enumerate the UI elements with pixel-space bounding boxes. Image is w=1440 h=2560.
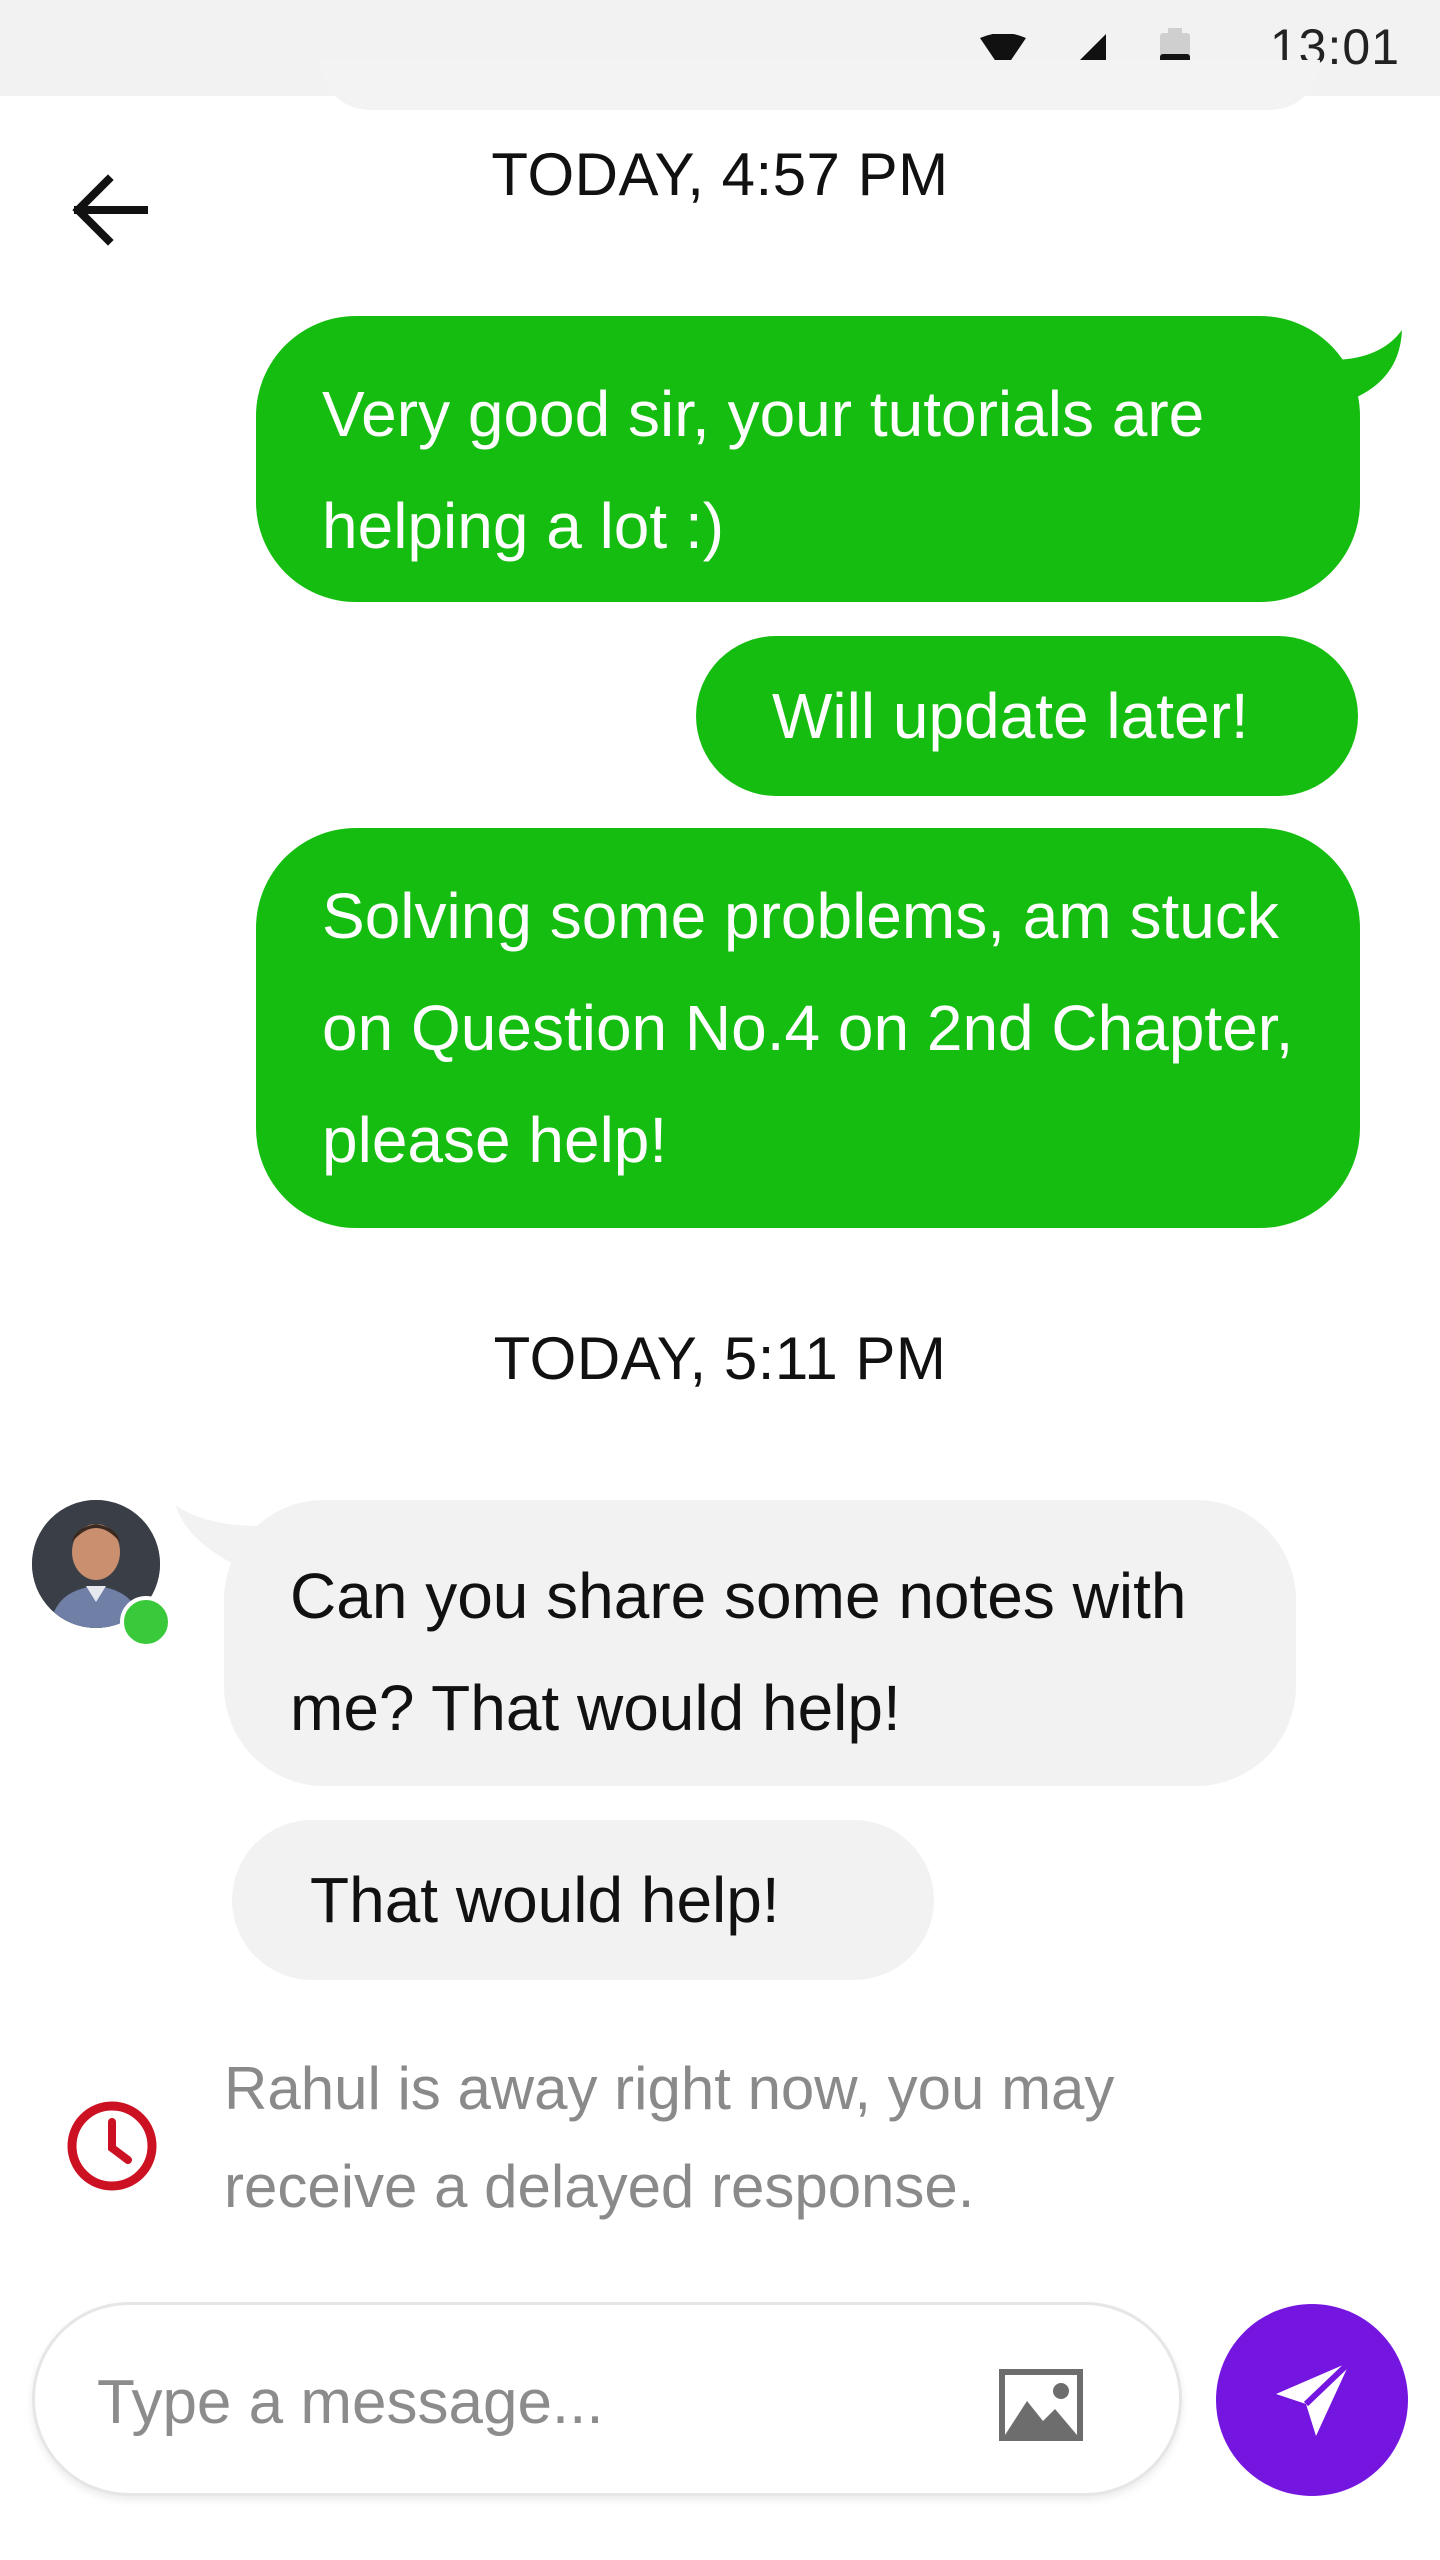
message-text: Very good sir, your tutorials are helpin… xyxy=(322,378,1205,562)
message-input[interactable] xyxy=(95,2353,959,2451)
chat-screen: 13:01 TODAY, 4:57 PM Very good sir, your… xyxy=(0,0,1440,2560)
message-text: Solving some problems, am stuck on Quest… xyxy=(322,880,1294,1176)
date-separator: TODAY, 4:57 PM xyxy=(491,141,949,208)
bubble-tail xyxy=(1330,330,1402,400)
attach-image-button[interactable] xyxy=(997,2367,1085,2443)
previous-message-bubble xyxy=(320,60,1320,110)
away-notice: Rahul is away right now, you may receive… xyxy=(224,2055,1115,2220)
incoming-message[interactable]: That would help! xyxy=(232,1820,934,1980)
message-text: Will update later! xyxy=(772,680,1249,752)
send-icon xyxy=(1276,2359,1353,2436)
message-text: That would help! xyxy=(310,1864,780,1936)
date-separator: TODAY, 5:11 PM xyxy=(493,1325,947,1392)
outgoing-message[interactable]: Will update later! xyxy=(696,636,1358,796)
image-icon xyxy=(999,2369,1083,2441)
message-composer xyxy=(32,2302,1182,2496)
incoming-message[interactable]: Can you share some notes with me? That w… xyxy=(224,1500,1296,1786)
online-indicator xyxy=(120,1596,172,1648)
send-button[interactable] xyxy=(1216,2304,1408,2496)
outgoing-message[interactable]: Very good sir, your tutorials are helpin… xyxy=(256,316,1360,602)
message-text: Can you share some notes with me? That w… xyxy=(290,1560,1187,1744)
clock-icon xyxy=(67,2101,157,2191)
outgoing-message[interactable]: Solving some problems, am stuck on Quest… xyxy=(256,828,1360,1228)
